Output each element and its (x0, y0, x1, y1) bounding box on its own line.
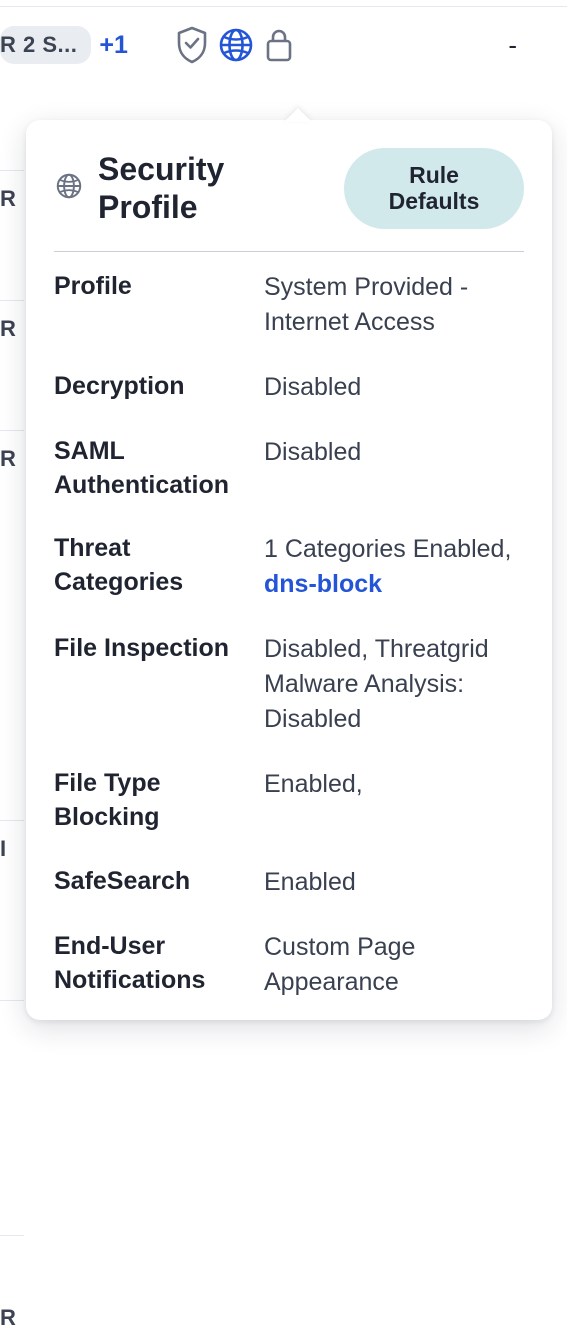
value-threat-categories: 1 Categories Enabled, dns-block (264, 532, 524, 602)
label-file-type-blocking: File Type Blocking (54, 767, 264, 835)
background-table-column: R R R I R (0, 0, 24, 1337)
bg-row-label: R (0, 186, 24, 212)
globe-icon[interactable] (216, 25, 256, 65)
value-decryption: Disabled (264, 370, 524, 405)
row-file-inspection: File Inspection Disabled, Threatgrid Mal… (54, 632, 524, 737)
row-safesearch: SafeSearch Enabled (54, 865, 524, 900)
security-profile-popover: Security Profile Rule Defaults Profile S… (26, 120, 552, 1020)
popover-title: Security Profile (98, 150, 330, 227)
label-profile: Profile (54, 270, 264, 304)
tag-chip[interactable]: R 2 S... (0, 26, 91, 64)
label-threat-categories: Threat Categories (54, 532, 264, 600)
row-saml: SAML Authentication Disabled (54, 435, 524, 503)
row-end-user-notifications: End-User Notifications Custom Page Appea… (54, 930, 524, 1000)
label-saml: SAML Authentication (54, 435, 264, 503)
table-row-header: R 2 S... +1 - (0, 7, 567, 65)
bg-row-label: R (0, 1305, 24, 1331)
row-decryption: Decryption Disabled (54, 370, 524, 405)
security-icons-group (174, 25, 296, 65)
threat-categories-text: 1 Categories Enabled, (264, 535, 511, 563)
bg-row-label: R (0, 316, 24, 342)
rule-defaults-badge[interactable]: Rule Defaults (344, 148, 524, 229)
dns-block-link[interactable]: dns-block (264, 570, 382, 598)
row-threat-categories: Threat Categories 1 Categories Enabled, … (54, 532, 524, 602)
value-file-type-blocking: Enabled, (264, 767, 524, 802)
label-safesearch: SafeSearch (54, 865, 264, 899)
profile-details-list: Profile System Provided - Internet Acces… (54, 270, 524, 1000)
bg-row-label: I (0, 836, 24, 862)
shield-check-icon[interactable] (174, 25, 210, 65)
value-saml: Disabled (264, 435, 524, 470)
value-profile: System Provided - Internet Access (264, 270, 524, 340)
divider (54, 251, 524, 252)
label-file-inspection: File Inspection (54, 632, 264, 666)
lock-icon[interactable] (262, 25, 296, 65)
value-file-inspection: Disabled, Threatgrid Malware Analysis: D… (264, 632, 524, 737)
cell-empty-dash: - (508, 30, 517, 61)
row-file-type-blocking: File Type Blocking Enabled, (54, 767, 524, 835)
globe-icon (54, 171, 84, 206)
row-profile: Profile System Provided - Internet Acces… (54, 270, 524, 340)
value-safesearch: Enabled (264, 865, 524, 900)
label-decryption: Decryption (54, 370, 264, 404)
bg-row-label: R (0, 446, 24, 472)
label-end-user-notifications: End-User Notifications (54, 930, 264, 998)
value-end-user-notifications: Custom Page Appearance (264, 930, 524, 1000)
more-tags-link[interactable]: +1 (99, 31, 128, 60)
